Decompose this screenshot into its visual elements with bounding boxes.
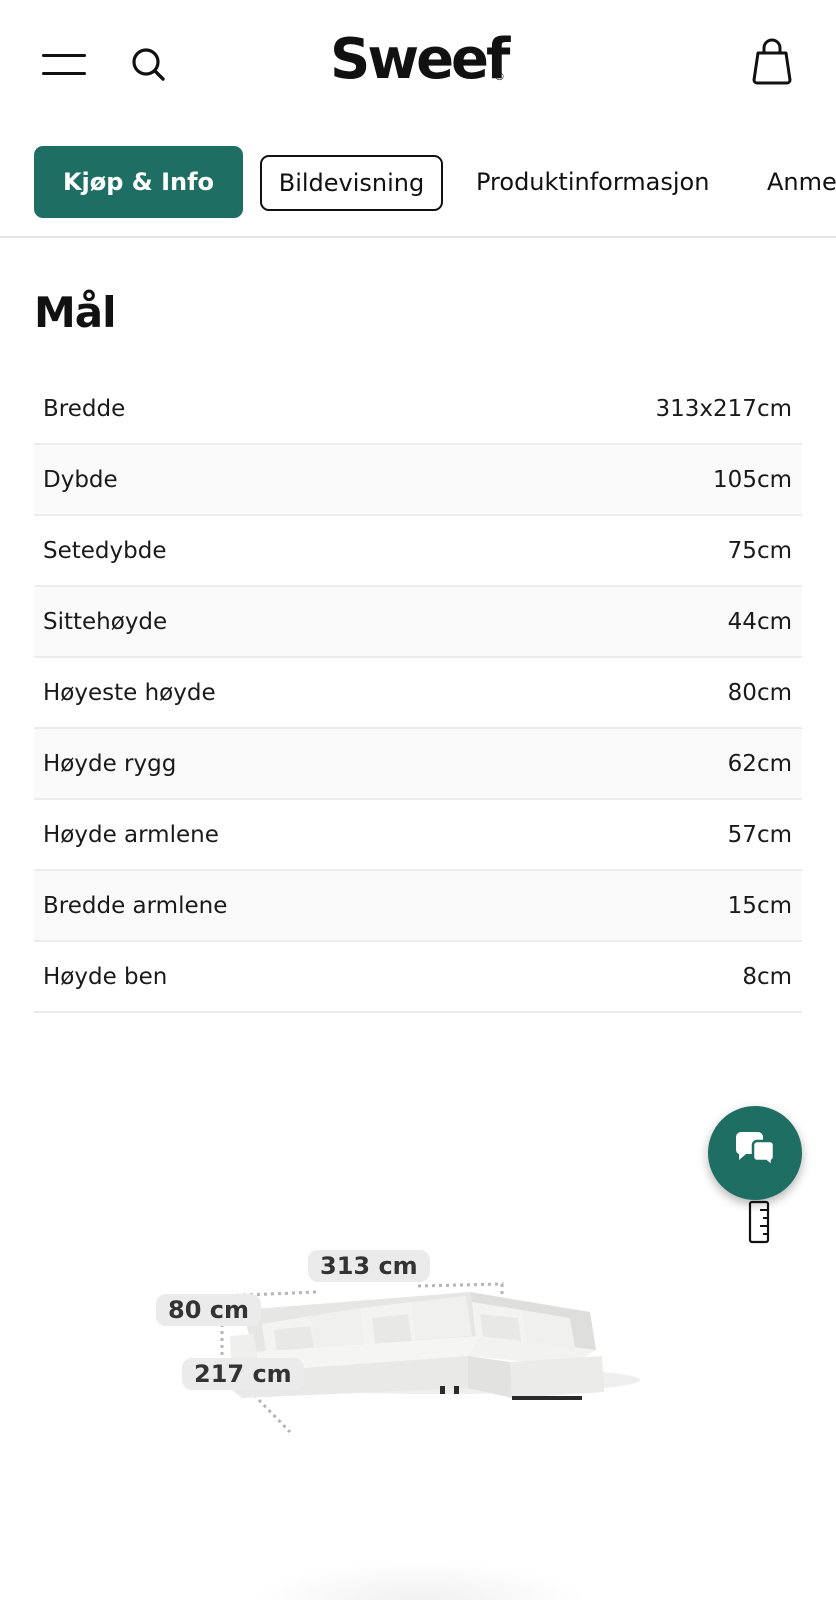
dimension-label: Bredde armlene — [43, 892, 228, 919]
dimension-label: Høyde ben — [43, 963, 168, 990]
dimension-value: 80cm — [727, 679, 792, 706]
tab-image-view[interactable]: Bildevisning — [260, 155, 443, 211]
dimension-label: Høyeste høyde — [43, 679, 216, 706]
dimension-value: 62cm — [727, 750, 792, 777]
dimension-row: Høyeste høyde 80cm — [34, 658, 802, 729]
logo-text: Sweef — [330, 27, 510, 92]
dimension-label: Høyde rygg — [43, 750, 177, 777]
hamburger-icon[interactable] — [42, 51, 86, 77]
dimension-value: 8cm — [742, 963, 792, 990]
dimension-label: Høyde armlene — [43, 821, 219, 848]
dimension-label: Dybde — [43, 466, 118, 493]
dimension-value: 44cm — [727, 608, 792, 635]
dimension-label: Sittehøyde — [43, 608, 168, 635]
logo-registered-mark: ® — [494, 70, 505, 83]
tab-reviews[interactable]: Anme — [767, 146, 836, 218]
tab-buy-info[interactable]: Kjøp & Info — [34, 146, 243, 218]
logo[interactable]: Sweef ® — [330, 28, 510, 92]
tabs-divider — [0, 236, 836, 238]
dimension-value: 313x217cm — [655, 395, 792, 422]
sofa-image — [220, 1282, 640, 1434]
dimension-row: Setedybde 75cm — [34, 516, 802, 587]
dimension-label: Bredde — [43, 395, 126, 422]
bag-icon[interactable] — [748, 36, 796, 86]
dimension-value: 57cm — [727, 821, 792, 848]
dimension-row: Bredde 313x217cm — [34, 374, 802, 445]
chat-bubbles-icon — [732, 1131, 778, 1175]
dimensions-title: Mål — [34, 288, 117, 337]
sofa-dimension-illustration: 313 cm 80 cm 217 cm — [150, 1250, 650, 1446]
dimension-row: Høyde rygg 62cm — [34, 729, 802, 800]
chat-button[interactable] — [708, 1106, 802, 1200]
dimension-value: 75cm — [727, 537, 792, 564]
dimension-row: Høyde armlene 57cm — [34, 800, 802, 871]
dimension-value: 15cm — [727, 892, 792, 919]
dimensions-table: Bredde 313x217cm Dybde 105cm Setedybde 7… — [34, 374, 802, 1013]
width-dimension-label: 313 cm — [308, 1250, 430, 1282]
dimension-row: Sittehøyde 44cm — [34, 587, 802, 658]
site-header: Sweef ® — [0, 0, 836, 128]
ruler-icon[interactable] — [748, 1200, 770, 1244]
dimension-row: Bredde armlene 15cm — [34, 871, 802, 942]
tab-product-information[interactable]: Produktinformasjon — [476, 146, 716, 218]
dimension-row: Høyde ben 8cm — [34, 942, 802, 1013]
next-image-peek — [250, 1560, 590, 1600]
search-icon[interactable] — [128, 44, 168, 84]
product-tabs: Kjøp & Info Bildevisning Produktinformas… — [0, 146, 836, 220]
height-dimension-label: 80 cm — [156, 1294, 261, 1326]
dimension-row: Dybde 105cm — [34, 445, 802, 516]
dimension-value: 105cm — [713, 466, 792, 493]
depth-dimension-label: 217 cm — [182, 1358, 304, 1390]
dimension-label: Setedybde — [43, 537, 167, 564]
